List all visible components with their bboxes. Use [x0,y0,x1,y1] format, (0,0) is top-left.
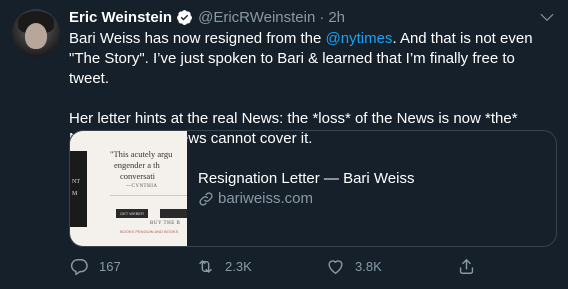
share-icon [459,258,474,274]
retweet-button[interactable]: 2.3K [196,256,252,276]
thumb-author: —CYNTHIA [126,184,158,189]
card-body: Resignation Letter — Bari Weiss bariweis… [187,131,414,246]
link-card[interactable]: NT M "This acutely argu engender a th co… [69,130,557,247]
like-button[interactable]: 3.8K [326,256,382,276]
tweet-header: Eric Weinstein @EricRWeinstein · 2h [69,7,556,27]
action-bar: 167 2.3K 3.8K [60,256,480,276]
thumb-button: GET WEBER [116,209,148,218]
thumb-quote-line: engender a th [114,160,160,170]
card-domain: bariweiss.com [198,189,414,209]
thumb-book-cover: NT M [70,151,87,227]
like-count: 3.8K [355,258,382,274]
thumb-cover-text: M [72,191,78,197]
thumb-cover-text: NT [72,179,80,185]
reply-count: 167 [99,258,121,274]
timestamp[interactable]: 2h [328,9,345,26]
share-button[interactable] [457,256,486,276]
tweet-paragraph-1: Bari Weiss has now resigned from the @ny… [69,29,559,89]
avatar-face [25,23,47,49]
avatar[interactable] [12,9,60,57]
reply-icon [70,258,88,275]
thumb-buy-text: BUY THE B [150,221,181,226]
link-icon [199,191,213,206]
thumb-quote-line: conversati [120,171,155,181]
verified-badge-icon [177,9,193,25]
thumb-fine-print: BOOKS PENGUIN AND BOOKS [120,229,179,234]
reply-button[interactable]: 167 [70,256,121,276]
card-title: Resignation Letter — Bari Weiss [198,169,415,187]
thumb-quote: "This acutely argu engender a th convers… [110,149,172,182]
heart-icon [328,259,343,274]
card-thumbnail: NT M "This acutely argu engender a th co… [70,131,187,246]
author-handle[interactable]: @EricRWeinstein [198,9,315,26]
chevron-down-icon[interactable] [538,8,556,26]
thumb-quote-line: "This acutely argu [110,149,173,159]
author-name[interactable]: Eric Weinstein [69,9,172,26]
separator-dot: · [319,8,325,26]
thumb-divider [110,195,187,196]
retweet-icon [199,259,212,273]
card-domain-text: bariweiss.com [218,189,314,207]
thumb-button-secondary [160,209,187,218]
retweet-count: 2.3K [225,258,252,274]
tweet-text-part: Bari Weiss has now resigned from the [69,30,326,47]
mention-link[interactable]: @nytimes [326,30,393,47]
